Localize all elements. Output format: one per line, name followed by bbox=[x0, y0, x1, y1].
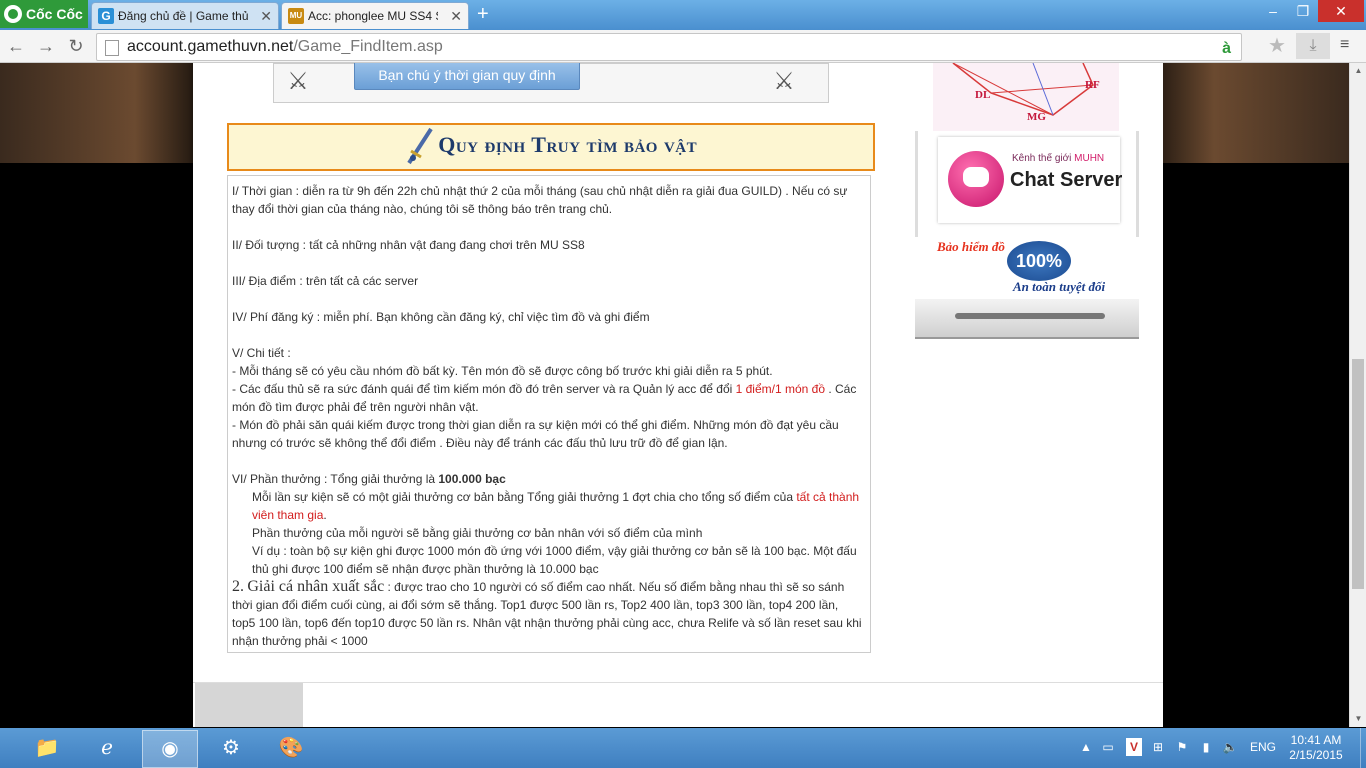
forward-icon[interactable]: → bbox=[36, 36, 56, 56]
rule-target: II/ Đối tượng : tất cả những nhân vật đa… bbox=[232, 238, 585, 252]
warrior-sketch-left: ⚔ bbox=[287, 68, 309, 95]
mu-favicon-icon: MU bbox=[288, 8, 304, 24]
sword-icon bbox=[407, 127, 433, 165]
file-explorer-icon[interactable]: 📁 bbox=[20, 730, 74, 766]
internet-explorer-icon[interactable]: ℯ bbox=[80, 730, 134, 766]
footer-block bbox=[195, 683, 303, 727]
warrior-sketch-right: ⚔ bbox=[773, 68, 795, 95]
vertical-scrollbar[interactable]: ▲ ▼ bbox=[1349, 63, 1366, 727]
clock-date: 2/15/2015 bbox=[1289, 748, 1343, 762]
url-host: account.gamethuvn.net bbox=[127, 38, 294, 55]
notice-banner: ⚔ Bạn chú ý thời gian quy định ⚔ bbox=[273, 63, 829, 103]
page-content: ⚔ Bạn chú ý thời gian quy định ⚔ Quy địn… bbox=[193, 63, 1163, 727]
diagram-lines bbox=[952, 63, 1094, 116]
prize-name: Giải cá nhân xuất sắc bbox=[247, 578, 385, 595]
rules-title: Quy định Truy tìm bảo vật bbox=[438, 132, 698, 157]
maximize-button[interactable]: ❐ bbox=[1288, 0, 1318, 22]
sword-divider bbox=[915, 299, 1139, 339]
scroll-thumb[interactable] bbox=[1352, 359, 1364, 589]
g-favicon-icon: G bbox=[98, 8, 114, 24]
chat-server-box: Kênh thế giới MUHN Chat Server bbox=[915, 131, 1139, 237]
chat-subtitle: Kênh thế giới MUHN bbox=[1012, 153, 1105, 164]
battery-icon[interactable]: ▮ bbox=[1198, 738, 1214, 756]
tab-dang-chu-de[interactable]: G Đăng chủ đề | Game thủ Việ ✕ bbox=[91, 2, 279, 29]
bookmark-star-icon[interactable]: ★ bbox=[1268, 36, 1286, 56]
paint-icon[interactable]: 🎨 bbox=[264, 730, 318, 766]
reward-line-a: Mỗi lần sự kiện sẽ có một giải thưởng cơ… bbox=[252, 490, 860, 522]
address-bar[interactable]: account.gamethuvn.net/Game_FindItem.asp … bbox=[96, 33, 1242, 61]
volume-icon[interactable]: 🔈 bbox=[1222, 738, 1238, 756]
windows-taskbar: 📁 ℯ ◉ ⚙ 🎨 ▲ ▭ V ⊞ ⚑ ▮ 🔈 ENG 10:41 AM 2/1… bbox=[0, 728, 1366, 768]
chat-server-link[interactable]: Kênh thế giới MUHN Chat Server bbox=[938, 137, 1123, 223]
insurance-banner[interactable]: 100% Bảo hiểm đồ An toàn tuyệt đối bbox=[935, 239, 1125, 299]
show-hidden-icons[interactable]: ▲ bbox=[1078, 738, 1094, 756]
reward-example: Ví dụ : toàn bộ sự kiện ghi được 1000 mó… bbox=[252, 544, 857, 576]
tab-title: Acc: phonglee MU SS4 SS6 bbox=[308, 9, 438, 23]
tab-acc-phonglee[interactable]: MU Acc: phonglee MU SS4 SS6 ✕ bbox=[281, 2, 469, 29]
rule-reward-heading: VI/ Phần thưởng : Tổng giải thưởng là 10… bbox=[232, 472, 506, 486]
coccoc-taskbar-icon[interactable]: ◉ bbox=[142, 730, 198, 768]
reward-line-b: Phần thưởng của mỗi người sẽ bằng giải t… bbox=[252, 526, 703, 540]
rule-detail-c: - Món đồ phải săn quái kiếm được trong t… bbox=[232, 418, 839, 450]
reward-total: 100.000 bạc bbox=[438, 472, 506, 486]
rule-detail-a: - Mỗi tháng sẽ có yêu cầu nhóm đồ bất kỳ… bbox=[232, 364, 773, 378]
reload-icon[interactable]: ↻ bbox=[66, 36, 86, 56]
game-taskbar-icon[interactable]: ⚙ bbox=[204, 730, 258, 766]
scroll-up-icon[interactable]: ▲ bbox=[1350, 63, 1366, 79]
minimize-button[interactable]: – bbox=[1258, 0, 1288, 22]
chat-title: Chat Server bbox=[1010, 169, 1123, 191]
chat-bubble-icon bbox=[948, 151, 1004, 207]
tab-close-icon[interactable]: ✕ bbox=[450, 3, 462, 29]
unikey-icon[interactable]: V bbox=[1126, 738, 1142, 756]
tab-title: Đăng chủ đề | Game thủ Việ bbox=[118, 9, 248, 23]
sword-icon bbox=[955, 313, 1105, 319]
show-desktop-button[interactable] bbox=[1360, 728, 1366, 768]
system-clock[interactable]: 10:41 AM 2/15/2015 bbox=[1288, 733, 1344, 763]
new-tab-button[interactable]: + bbox=[477, 4, 497, 24]
tab-close-icon[interactable]: ✕ bbox=[260, 3, 272, 29]
menu-icon[interactable]: ≡ bbox=[1340, 37, 1356, 53]
browser-brand-label: Cốc Cốc bbox=[26, 6, 83, 22]
excellent-individual-prize: 2. Giải cá nhân xuất sắc : được trao cho… bbox=[232, 578, 862, 648]
sidebar: DL MG RF Kênh thế giới MUHN Chat Server … bbox=[915, 63, 1139, 343]
coccoc-logo-icon bbox=[4, 5, 22, 23]
download-icon[interactable]: ⤓ bbox=[1296, 33, 1330, 59]
diagram-label-rf: RF bbox=[1085, 79, 1100, 91]
time-notice-button[interactable]: Bạn chú ý thời gian quy định bbox=[354, 63, 580, 90]
diagram-label-mg: MG bbox=[1027, 111, 1046, 123]
guarantee-seal-icon: 100% bbox=[1007, 241, 1071, 281]
rules-body: I/ Thời gian : diễn ra từ 9h đến 22h chủ… bbox=[227, 175, 871, 653]
scroll-down-icon[interactable]: ▼ bbox=[1350, 711, 1366, 727]
footer-divider bbox=[193, 682, 1163, 683]
url-path: /Game_FindItem.asp bbox=[293, 38, 443, 55]
points-per-item: 1 điểm/1 món đồ bbox=[735, 382, 826, 396]
action-center-icon[interactable]: ⚑ bbox=[1174, 738, 1190, 756]
rules-header: Quy định Truy tìm bảo vật bbox=[227, 123, 875, 171]
browser-brand[interactable]: Cốc Cốc bbox=[0, 0, 88, 28]
page-viewport: ⚔ Bạn chú ý thời gian quy định ⚔ Quy địn… bbox=[0, 63, 1349, 727]
insurance-title: Bảo hiểm đồ bbox=[937, 239, 1005, 254]
page-icon bbox=[105, 40, 119, 56]
browser-toolbar: ← → ↻ account.gamethuvn.net/Game_FindIte… bbox=[0, 30, 1366, 63]
adblock-icon[interactable]: à bbox=[1222, 36, 1231, 62]
rule-fee: IV/ Phí đăng ký : miễn phí. Bạn không cầ… bbox=[232, 310, 650, 324]
class-diagram: DL MG RF bbox=[933, 63, 1119, 131]
language-indicator[interactable]: ENG bbox=[1250, 740, 1276, 754]
browser-titlebar: Cốc Cốc G Đăng chủ đề | Game thủ Việ ✕ MU… bbox=[0, 0, 1366, 30]
back-icon[interactable]: ← bbox=[6, 36, 26, 56]
diagram-label-dl: DL bbox=[975, 89, 991, 101]
rule-detail-b: - Các đấu thủ sẽ ra sức đánh quái để tìm… bbox=[232, 382, 857, 414]
close-window-button[interactable]: ✕ bbox=[1318, 0, 1364, 22]
rule-details-heading: V/ Chi tiết : bbox=[232, 346, 291, 360]
network-icon[interactable]: ⊞ bbox=[1150, 738, 1166, 756]
clock-time: 10:41 AM bbox=[1290, 733, 1342, 747]
rule-time: I/ Thời gian : diễn ra từ 9h đến 22h chủ… bbox=[232, 184, 848, 216]
rule-location: III/ Địa điểm : trên tất cả các server bbox=[232, 274, 419, 288]
tray-app-icon[interactable]: ▭ bbox=[1100, 738, 1116, 756]
insurance-subtitle: An toàn tuyệt đối bbox=[1013, 279, 1106, 294]
